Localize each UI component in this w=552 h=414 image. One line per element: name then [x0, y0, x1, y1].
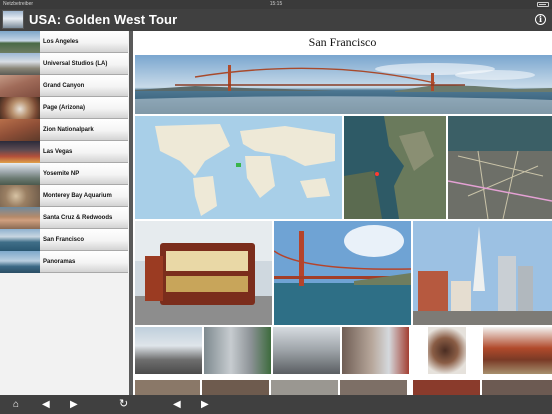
sidebar-item-grand-canyon[interactable]: Grand Canyon [0, 75, 131, 97]
sidebar-item-zion[interactable]: Zion Nationalpark [0, 119, 131, 141]
status-bar: Netzbetreiber 15:15 [0, 0, 552, 9]
cable-car-photo[interactable] [135, 221, 272, 325]
panorama-thumbnail-icon [2, 10, 24, 29]
satellite-map-image[interactable] [344, 116, 446, 219]
street-photo-4[interactable] [342, 327, 409, 374]
info-icon[interactable]: i [535, 14, 546, 25]
las-vegas-thumbnail [0, 141, 40, 163]
clock: 15:15 [269, 1, 283, 7]
sidebar-item-universal-studios[interactable]: Universal Studios (LA) [0, 53, 131, 75]
app-title: USA: Golden West Tour [29, 12, 178, 27]
reload-icon[interactable]: ↻ [119, 399, 128, 410]
sidebar-item-label: Page (Arizona) [40, 97, 128, 119]
sidebar-item-panoramas[interactable]: Panoramas [0, 251, 131, 273]
golden-gate-panorama-image [135, 55, 552, 114]
street-photo-7[interactable] [271, 380, 338, 395]
sidebar-item-label: Panoramas [40, 251, 128, 273]
golden-gate-photo[interactable] [274, 221, 411, 325]
sidebar-item-monterey[interactable]: Monterey Bay Aquarium [0, 185, 131, 207]
sidebar-item-label: Grand Canyon [40, 75, 128, 97]
home-icon[interactable]: ⌂ [13, 399, 19, 410]
world-map-graphic [135, 116, 342, 219]
street-map-image[interactable] [448, 116, 552, 219]
zion-thumbnail [0, 119, 40, 141]
battery-icon [537, 2, 549, 7]
street-photo-2[interactable] [204, 327, 271, 374]
triangle-left-icon[interactable]: ◀ [42, 399, 50, 410]
panoramas-thumbnail [0, 251, 40, 273]
city-towers-photo[interactable] [413, 221, 552, 325]
sidebar-item-label: Universal Studios (LA) [40, 53, 128, 75]
sidebar-item-label: Monterey Bay Aquarium [40, 185, 128, 207]
santa-cruz-thumbnail [0, 207, 40, 229]
grand-canyon-thumbnail [0, 75, 40, 97]
street-photo-9[interactable] [413, 380, 480, 395]
street-photo-8[interactable] [340, 380, 407, 395]
sidebar-item-label: Yosemite NP [40, 163, 128, 185]
sidebar-item-label: San Francisco [40, 229, 128, 251]
street-photo-6[interactable] [202, 380, 269, 395]
yosemite-thumbnail [0, 163, 40, 185]
cable-car-photo-2[interactable] [483, 327, 552, 374]
triangle-right-icon[interactable]: ▶ [70, 399, 78, 410]
los-angeles-thumbnail [0, 31, 40, 53]
triangle-right-icon[interactable]: ▶ [201, 399, 209, 410]
sidebar-toolbar: ⌂ ◀ ▶ ↻ [0, 395, 131, 414]
monterey-thumbnail [0, 185, 40, 207]
satellite-map-graphic [344, 116, 446, 219]
golden-gate-image [274, 221, 411, 325]
sidebar-item-label: Zion Nationalpark [40, 119, 128, 141]
sidebar-item-yosemite[interactable]: Yosemite NP [0, 163, 131, 185]
city-towers-image [413, 221, 552, 325]
detail-photo[interactable] [428, 327, 466, 374]
street-map-graphic [448, 116, 552, 219]
cable-car-image [135, 221, 272, 325]
sidebar: Los Angeles Universal Studios (LA) Grand… [0, 31, 131, 395]
sidebar-item-label: Las Vegas [40, 141, 128, 163]
sidebar-item-las-vegas[interactable]: Las Vegas [0, 141, 131, 163]
triangle-left-icon[interactable]: ◀ [173, 399, 181, 410]
sidebar-item-label: Santa Cruz & Redwoods [40, 207, 128, 229]
san-francisco-thumbnail [0, 229, 40, 251]
title-bar: USA: Golden West Tour i [0, 9, 552, 31]
street-photo-3[interactable] [273, 327, 340, 374]
world-map-image[interactable] [135, 116, 342, 219]
street-photo-1[interactable] [135, 327, 202, 374]
street-photo-10[interactable] [482, 380, 552, 395]
content-area: San Francisco [133, 31, 552, 395]
universal-studios-thumbnail [0, 53, 40, 75]
content-toolbar: ◀ ▶ [131, 395, 552, 414]
sidebar-item-los-angeles[interactable]: Los Angeles [0, 31, 131, 53]
street-photo-5[interactable] [135, 380, 200, 395]
page-arizona-thumbnail [0, 97, 40, 119]
sidebar-item-page-arizona[interactable]: Page (Arizona) [0, 97, 131, 119]
sidebar-item-santa-cruz[interactable]: Santa Cruz & Redwoods [0, 207, 131, 229]
page-title: San Francisco [308, 35, 377, 49]
sidebar-item-san-francisco[interactable]: San Francisco [0, 229, 131, 251]
golden-gate-panorama[interactable] [135, 55, 552, 114]
sidebar-item-label: Los Angeles [40, 31, 128, 53]
